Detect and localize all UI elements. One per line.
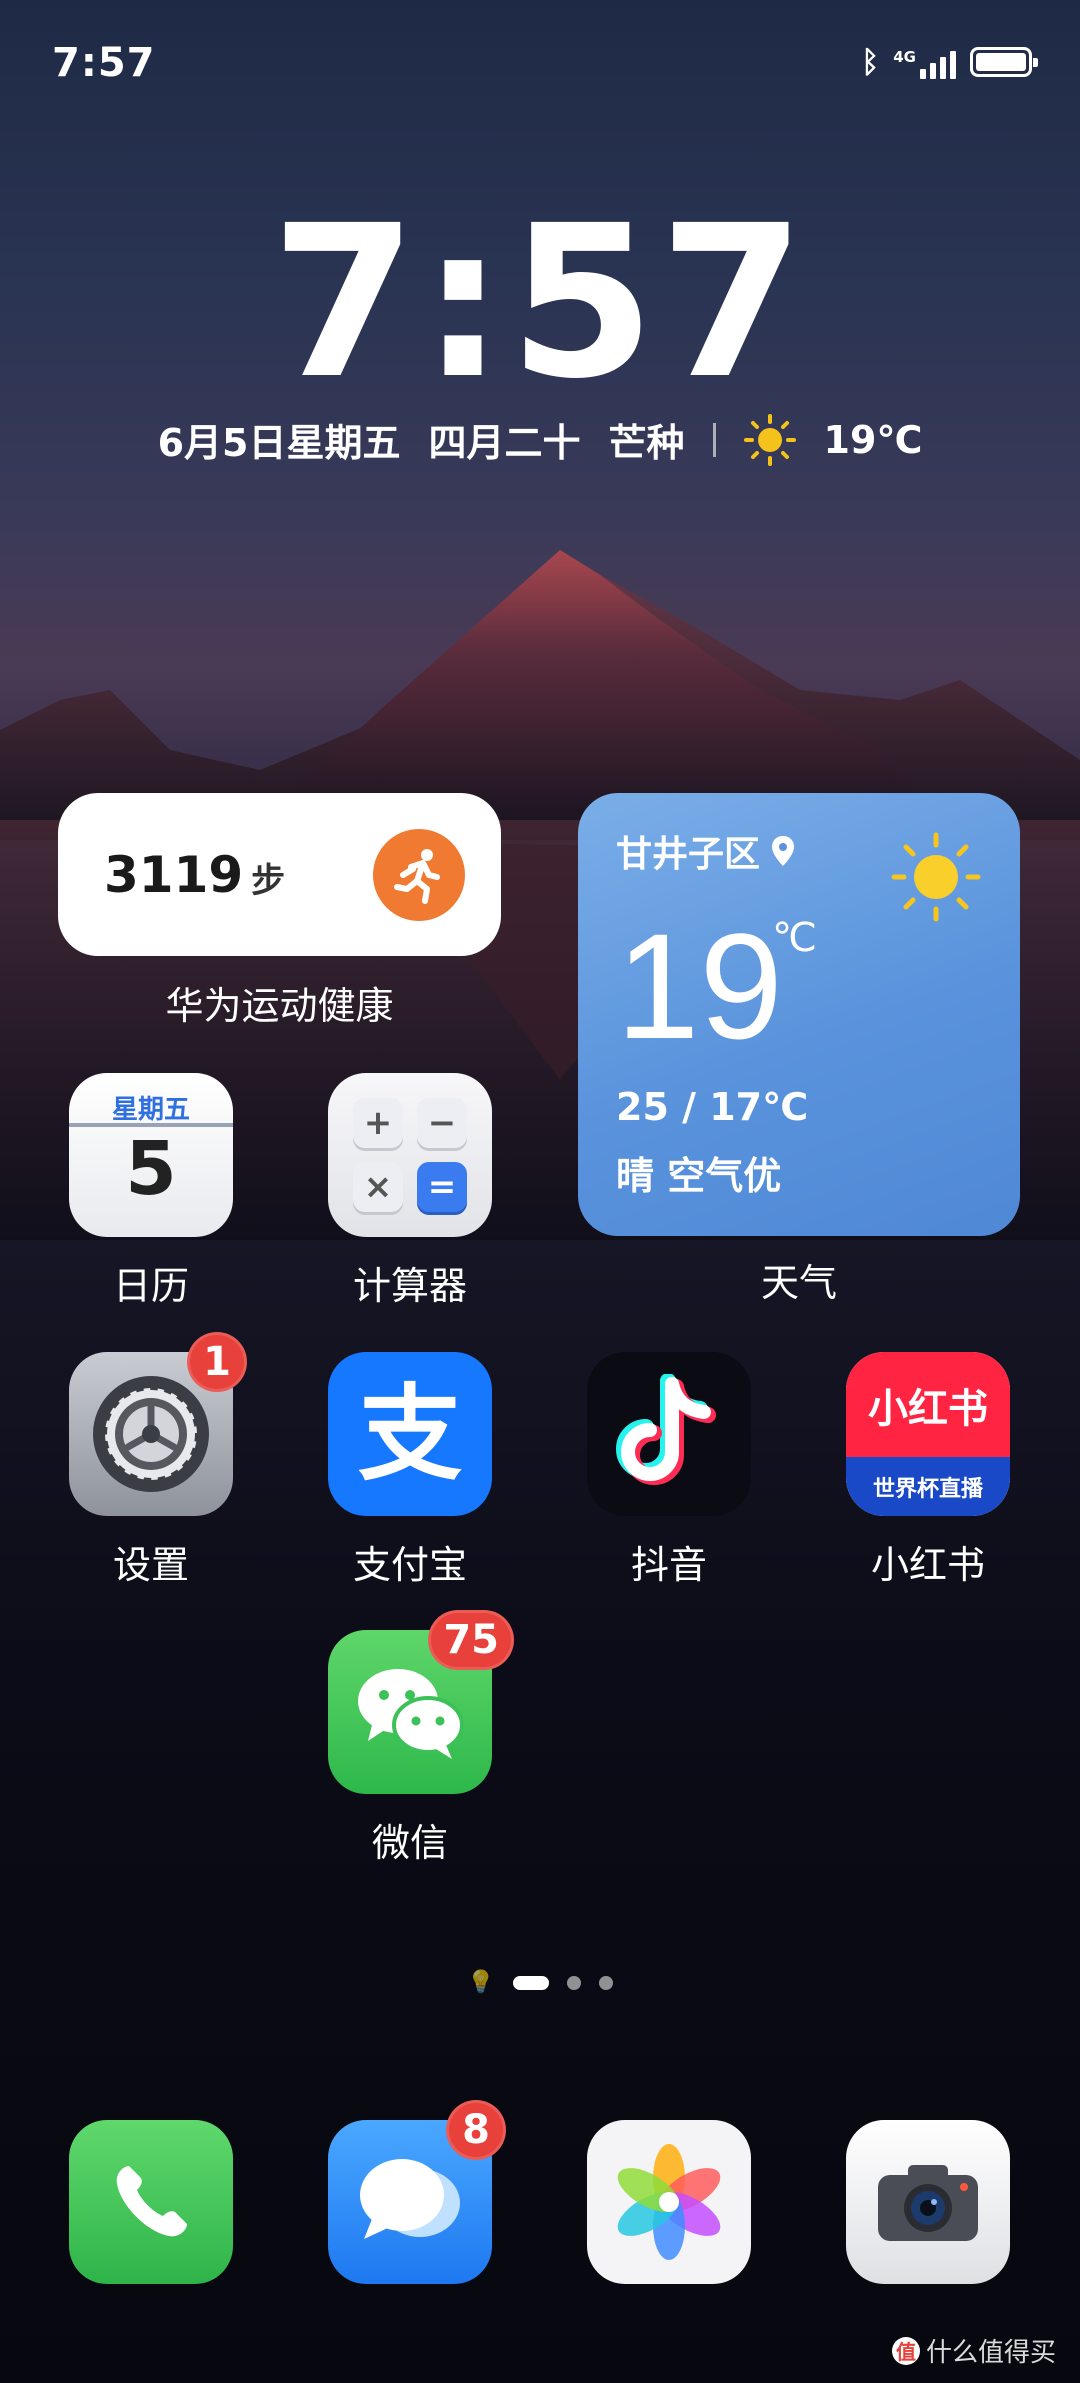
xiaohongshu-icon: 小红书 世界杯直播 — [846, 1352, 1010, 1516]
app-label-xiaohongshu: 小红书 — [870, 1543, 985, 1587]
lunar-date: 四月二十 — [428, 421, 581, 465]
calendar-day: 5 — [125, 1126, 177, 1212]
phone-icon — [69, 2120, 233, 2284]
camera-icon — [846, 2120, 1010, 2284]
step-count: 3119 — [104, 845, 244, 904]
calendar-icon: 星期五 5 — [69, 1073, 233, 1237]
douyin-note-icon — [587, 1352, 751, 1516]
messages-icon: 8 — [328, 2100, 506, 2284]
weather-widget-label[interactable]: 天气 — [578, 1252, 1020, 1307]
watermark-logo: 值 — [891, 2336, 920, 2365]
weather-description: 晴 空气优 — [616, 1154, 782, 1198]
sun-icon — [743, 413, 796, 466]
signal-icon: 4G — [893, 45, 956, 79]
app-label-calendar: 日历 — [112, 1264, 189, 1308]
step-unit: 步 — [251, 860, 286, 901]
battery-icon — [970, 47, 1038, 77]
page-dot-3[interactable] — [598, 1975, 613, 1990]
weather-temperature: 19 — [616, 902, 783, 1070]
calendar-weekday: 星期五 — [111, 1095, 190, 1125]
weather-location: 甘井子区 — [616, 834, 761, 875]
app-douyin[interactable]: 抖音 — [584, 1352, 754, 1589]
watermark-text: 什么值得买 — [925, 2338, 1056, 2368]
health-widget[interactable]: 3119 步 — [58, 793, 501, 956]
divider — [712, 422, 716, 457]
calculator-icon: + − × = — [328, 1073, 492, 1237]
app-label-douyin: 抖音 — [630, 1543, 707, 1587]
weather-widget[interactable]: 甘井子区 19 ℃ 25 / 17℃ 晴 空气优 — [578, 793, 1020, 1236]
alipay-icon: 支 — [328, 1352, 492, 1516]
network-type: 4G — [893, 48, 916, 66]
running-icon — [373, 828, 465, 921]
bluetooth-icon: ᛒ — [861, 44, 880, 80]
page-dot-2[interactable] — [566, 1975, 581, 1990]
lightbulb-icon: 💡 — [467, 1970, 495, 1995]
wechat-icon: 75 — [328, 1610, 514, 1794]
page-dot-1[interactable] — [512, 1975, 549, 1990]
page-indicator[interactable]: 💡 — [0, 1970, 1080, 1995]
app-calendar[interactable]: 星期五 5 日历 — [66, 1073, 236, 1310]
app-label-wechat: 微信 — [371, 1821, 448, 1865]
app-wechat[interactable]: 75 微信 — [325, 1610, 514, 1867]
watermark: 值 什么值得买 — [891, 2332, 1056, 2369]
date-text: 6月5日星期五 — [157, 421, 401, 465]
location-pin-icon — [772, 836, 795, 866]
header-temperature: 19℃ — [823, 417, 923, 462]
app-label-calculator: 计算器 — [352, 1264, 467, 1308]
clock-widget-time[interactable]: 7:57 — [0, 198, 1080, 408]
dock-camera[interactable] — [843, 2120, 1013, 2284]
app-settings[interactable]: 1 设置 — [66, 1332, 247, 1589]
dock-phone[interactable] — [66, 2120, 236, 2284]
app-label-alipay: 支付宝 — [352, 1543, 467, 1587]
weather-unit: ℃ — [772, 915, 817, 961]
sunny-icon — [891, 832, 981, 922]
app-label-settings: 设置 — [112, 1543, 189, 1587]
app-calculator[interactable]: + − × = 计算器 — [325, 1073, 495, 1310]
messages-badge: 8 — [446, 2100, 506, 2160]
app-alipay[interactable]: 支 支付宝 — [325, 1352, 495, 1589]
clock-widget-date[interactable]: 6月5日星期五 四月二十 芒种 19℃ — [0, 412, 1080, 467]
weather-range: 25 / 17℃ — [616, 1085, 809, 1129]
settings-gear-icon: 1 — [69, 1332, 247, 1516]
settings-badge: 1 — [187, 1332, 247, 1392]
wechat-badge: 75 — [428, 1610, 514, 1670]
status-time: 7:57 — [52, 40, 156, 86]
dock-messages[interactable]: 8 — [325, 2100, 506, 2284]
gallery-flower-icon — [587, 2120, 751, 2284]
dock-gallery[interactable] — [584, 2120, 754, 2284]
solar-term: 芒种 — [608, 421, 685, 465]
health-widget-label[interactable]: 华为运动健康 — [58, 975, 501, 1030]
status-icons: ᛒ 4G — [861, 42, 1038, 82]
app-xiaohongshu[interactable]: 小红书 世界杯直播 小红书 — [843, 1352, 1013, 1589]
